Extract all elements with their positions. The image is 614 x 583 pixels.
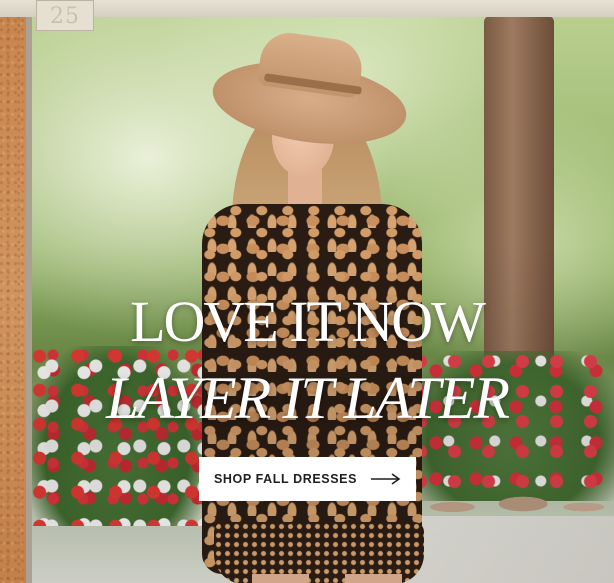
- headline-love-it-now: LOVE IT NOW: [130, 289, 486, 354]
- headline-layer-it-later: LAYER IT LATER: [105, 365, 510, 431]
- promo-banner[interactable]: 25 LOVE IT NOW LAYER IT LATER SHOP FALL …: [0, 0, 614, 583]
- arrow-right-icon: [371, 473, 401, 485]
- date-tag: 25: [36, 0, 94, 31]
- shop-fall-dresses-button[interactable]: SHOP FALL DRESSES: [199, 457, 416, 501]
- cta-label: SHOP FALL DRESSES: [213, 472, 358, 486]
